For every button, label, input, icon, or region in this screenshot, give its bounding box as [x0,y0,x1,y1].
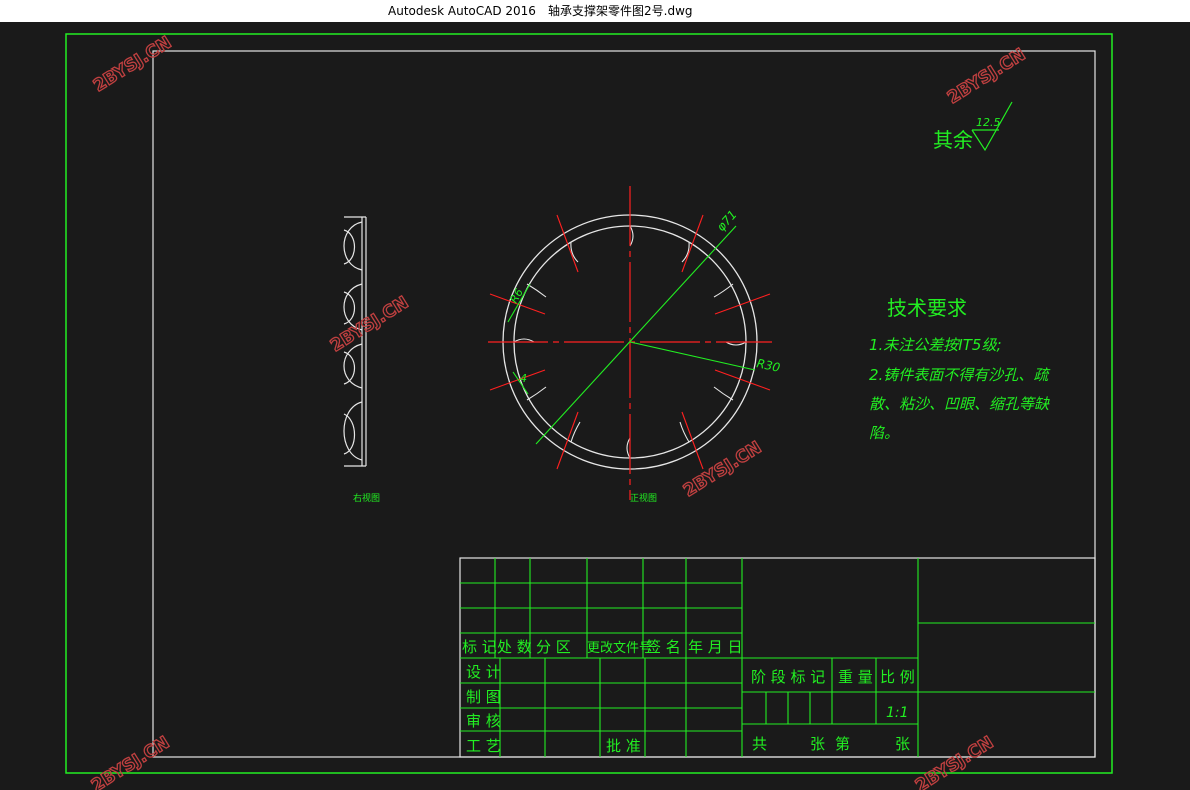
svg-text:2BYSJ.CN: 2BYSJ.CN [912,733,997,790]
app-name: Autodesk AutoCAD 2016 [388,4,536,18]
svg-text:年 月 日: 年 月 日 [688,638,743,656]
tech-req-line: 1.未注公差按IT5级; [869,336,1002,354]
svg-text:重 量: 重 量 [838,668,873,686]
svg-text:设 计: 设 计 [466,663,501,681]
svg-text:2BYSJ.CN: 2BYSJ.CN [680,438,765,502]
window-titlebar: Autodesk AutoCAD 2016 轴承支撑架零件图2号.dwg [0,0,1190,22]
svg-text:审 核: 审 核 [466,712,501,730]
svg-text:标 记: 标 记 [462,638,497,656]
svg-text:R6: R6 [507,286,526,305]
svg-text:制 图: 制 图 [466,688,501,706]
role-column: 设 计 制 图 审 核 工 艺 批 准 [466,663,641,755]
approve-label: 批 准 [606,737,641,755]
file-name: 轴承支撑架零件图2号.dwg [548,4,693,18]
svg-text:第: 第 [835,735,850,753]
svg-text:R30: R30 [755,356,781,375]
svg-text:张: 张 [895,735,910,753]
tech-req-line: 陷。 [869,424,899,442]
sheet-info: 阶 段 标 记 重 量 比 例 1:1 共 张 第 张 [751,668,915,753]
svg-text:张: 张 [810,735,825,753]
svg-text:2BYSJ.CN: 2BYSJ.CN [88,733,173,790]
tech-req-line: 散、粘沙、凹眼、缩孔等缺 [869,395,1050,413]
side-view-label: 右视图 [353,492,380,504]
svg-text:签 名: 签 名 [646,638,681,656]
technical-requirements: 技术要求 1.未注公差按IT5级; 2.铸件表面不得有沙孔、疏 散、粘沙、凹眼、… [869,296,1051,442]
title-block [459,557,1096,758]
svg-text:比 例: 比 例 [880,668,915,686]
svg-text:工 艺: 工 艺 [466,737,501,755]
svg-text:12.5: 12.5 [976,116,1001,129]
svg-text:2BYSJ.CN: 2BYSJ.CN [90,33,175,97]
revision-header-row: 标 记 处 数 分 区 更改文件号 签 名 年 月 日 [462,638,743,656]
svg-text:分 区: 分 区 [536,638,571,656]
svg-text:φ71: φ71 [714,207,740,234]
svg-text:4: 4 [520,372,527,385]
svg-text:处 数: 处 数 [497,638,532,656]
tech-req-title: 技术要求 [887,296,967,320]
tech-req-line: 2.铸件表面不得有沙孔、疏 [869,366,1051,384]
drawing-canvas[interactable]: 其余 12.5 技术要求 1.未注公差按IT5级; 2.铸件表面不得有沙孔、疏 … [0,22,1190,790]
svg-text:阶 段 标 记: 阶 段 标 记 [751,668,825,686]
svg-text:共: 共 [752,735,767,753]
front-view-label: 正视图 [630,492,657,504]
scale-value: 1:1 [886,705,909,721]
roughness-symbol: 其余 12.5 [933,101,1013,152]
svg-text:更改文件号: 更改文件号 [587,641,652,656]
svg-text:2BYSJ.CN: 2BYSJ.CN [944,45,1029,109]
svg-text:2BYSJ.CN: 2BYSJ.CN [327,293,412,357]
svg-text:其余: 其余 [933,128,973,152]
